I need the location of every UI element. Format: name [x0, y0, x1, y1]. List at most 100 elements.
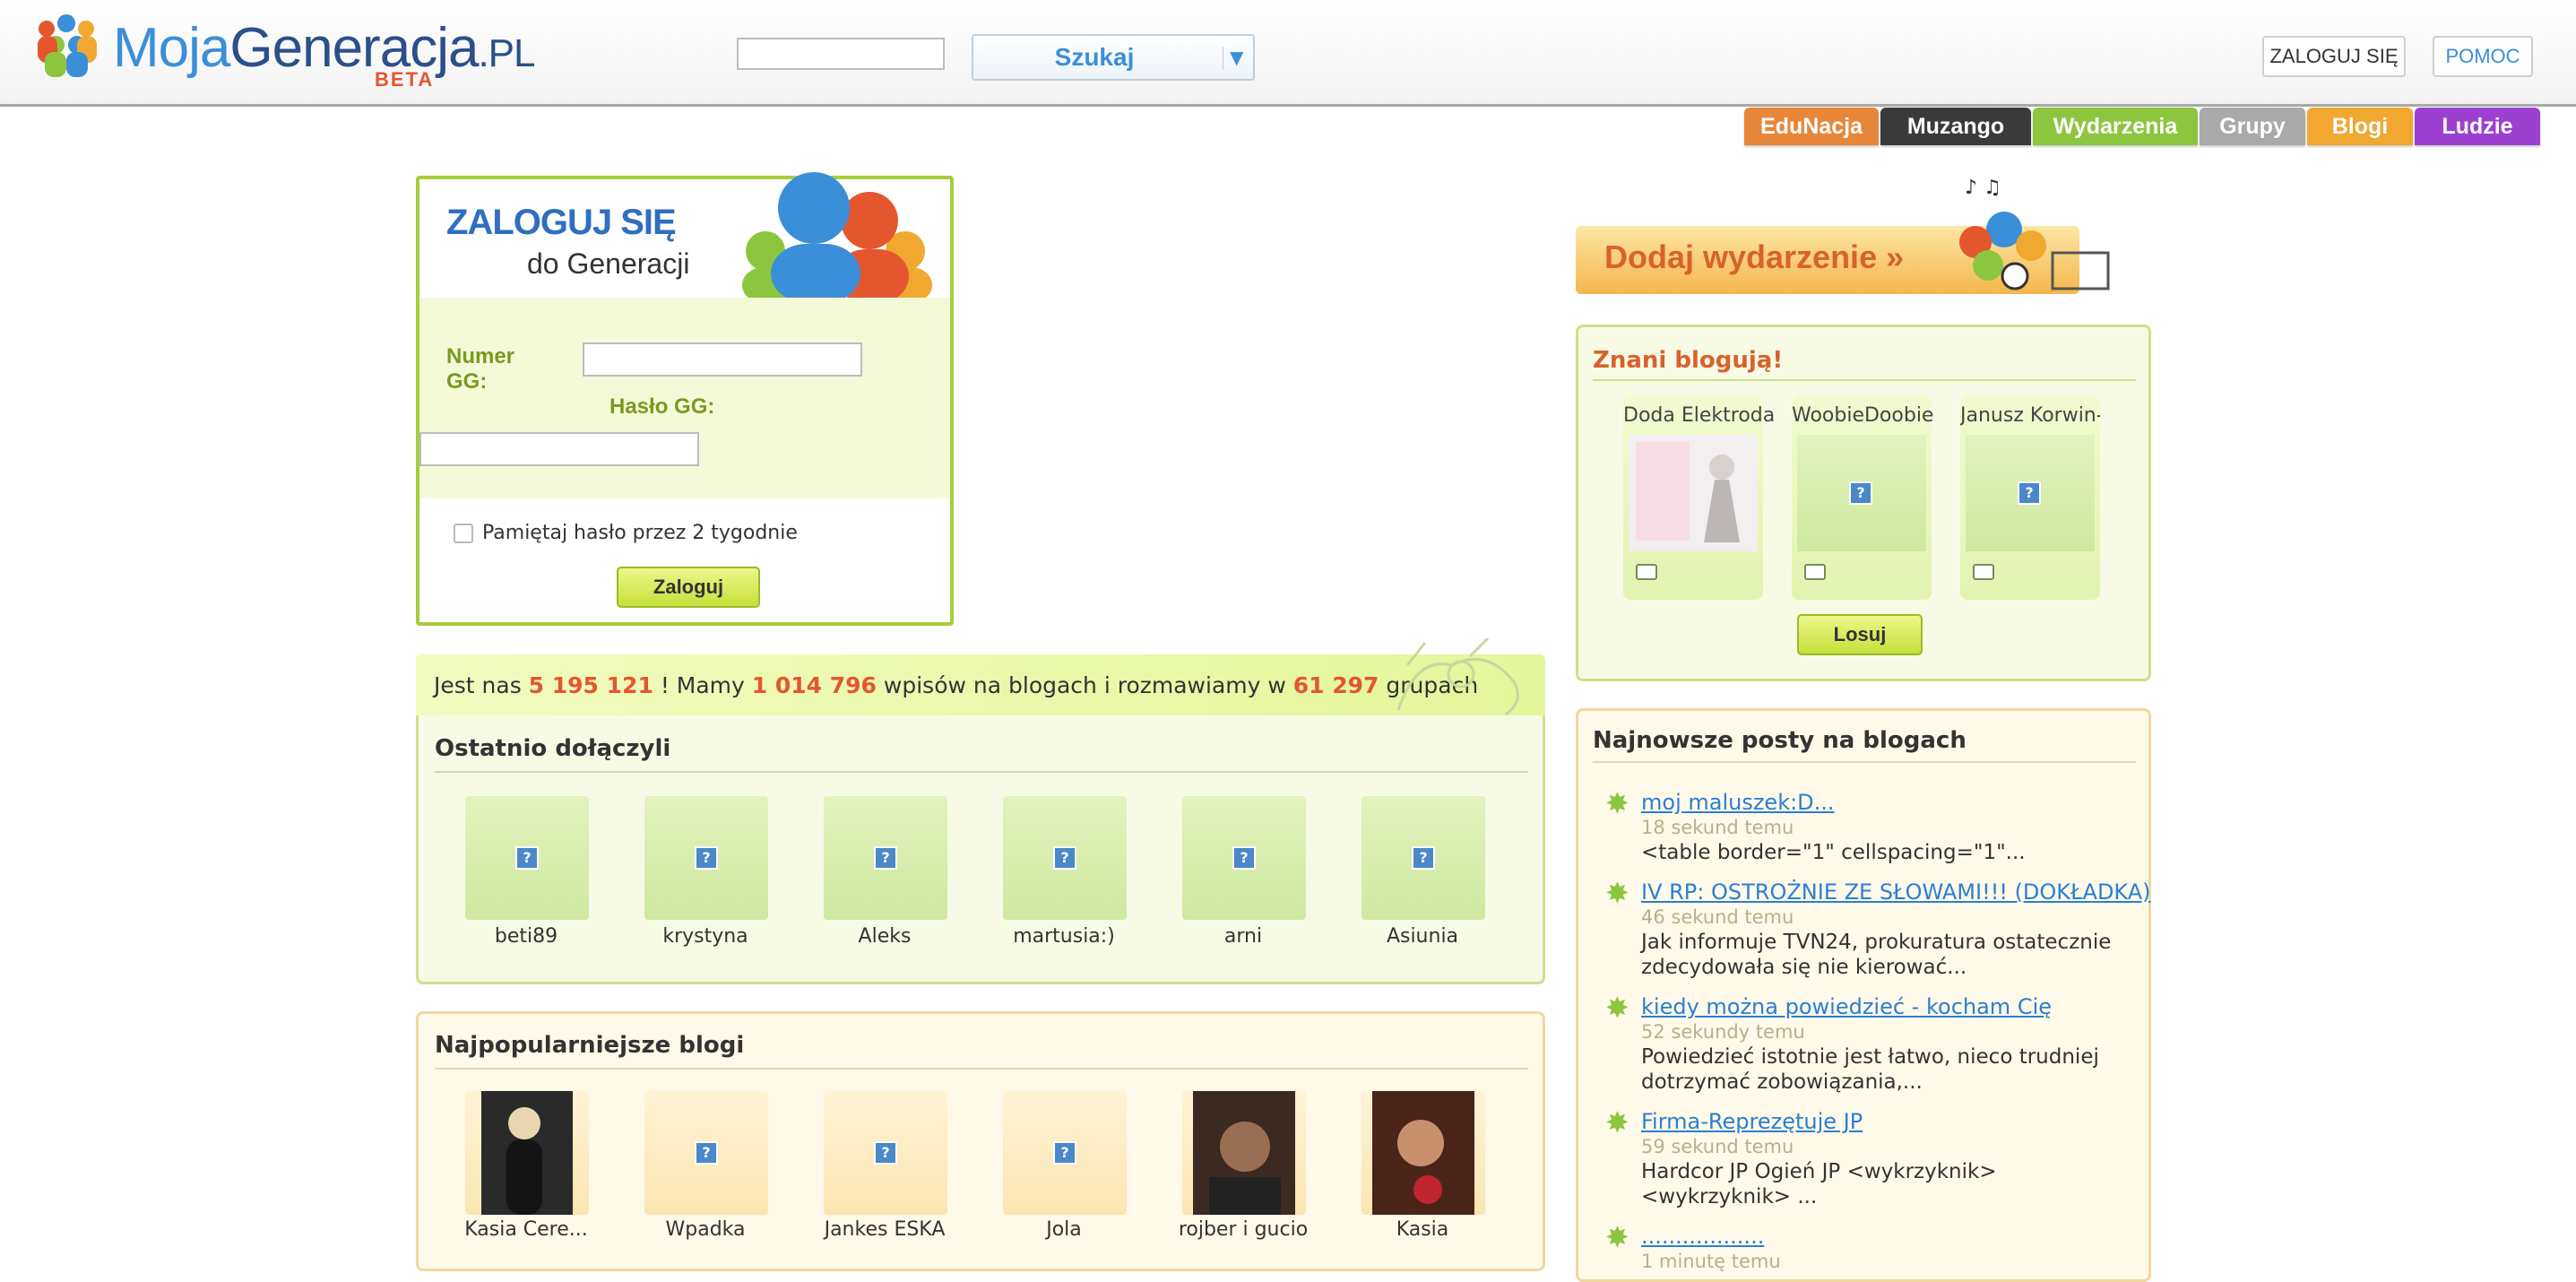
divider: [1593, 379, 2136, 381]
star-icon: ✸: [1605, 991, 1629, 1025]
login-title: ZALOGUJ SIĘ: [446, 203, 677, 242]
famous-title: Znani blogują!: [1593, 347, 1784, 374]
blog-name[interactable]: Jola: [974, 1218, 1154, 1241]
placeholder-image-icon: ?: [1849, 481, 1872, 505]
famous-blogger-card[interactable]: Doda Elektroda: [1623, 395, 1775, 600]
logo[interactable]: MojaGeneracja.PL: [113, 16, 536, 80]
tab-ludzie[interactable]: Ludzie: [2415, 108, 2540, 145]
remember-checkbox[interactable]: [454, 524, 473, 543]
search-button[interactable]: Szukaj ▼: [972, 34, 1255, 81]
placeholder-image-icon: ?: [874, 846, 897, 870]
svg-text:♪ ♫: ♪ ♫: [1965, 177, 2001, 199]
people-group-icon: [742, 172, 932, 298]
add-event-label: Dodaj wydarzenie »: [1604, 238, 1905, 275]
blog-avatar[interactable]: [1361, 1091, 1485, 1215]
star-icon: ✸: [1605, 876, 1629, 910]
tab-wydarzenia[interactable]: Wydarzenia: [2033, 108, 2198, 145]
famous-blogger-name[interactable]: Doda Elektroda: [1623, 404, 1775, 427]
tab-grupy[interactable]: Grupy: [2200, 108, 2305, 145]
popular-panel: Najpopularniejsze blogi Kasia Cere... ? …: [416, 1011, 1545, 1271]
post-excerpt: <table border="1" cellspacing="1"...: [1641, 841, 2026, 864]
blogger-photo: [1629, 435, 1758, 551]
gg-password-field[interactable]: [419, 432, 699, 466]
blog-photo: [1193, 1091, 1295, 1215]
blog-avatar[interactable]: [1182, 1091, 1306, 1215]
recent-panel: Ostatnio dołączyli ? beti89 ? krystyna ?…: [416, 715, 1545, 984]
placeholder-image-icon: ?: [1232, 846, 1256, 870]
popular-title: Najpopularniejsze blogi: [435, 1032, 745, 1059]
search-input[interactable]: [737, 38, 945, 70]
user-avatar[interactable]: ?: [824, 796, 947, 920]
blog-name[interactable]: Wpadka: [616, 1218, 795, 1241]
divider: [1593, 761, 2136, 763]
comment-icon[interactable]: [1973, 564, 1994, 580]
blog-photo: [1372, 1091, 1474, 1215]
site-header: MojaGeneracja.PL BETA Szukaj ▼ ZALOGUJ S…: [0, 0, 2576, 107]
user-name[interactable]: Asiunia: [1333, 925, 1512, 948]
user-avatar[interactable]: ?: [1361, 796, 1485, 920]
post-title-link[interactable]: kiedy można powiedzieć - kocham Cię: [1641, 994, 2052, 1019]
post-excerpt: Jak informuje TVN24, prokuratura ostatec…: [1641, 931, 2112, 979]
placeholder-image-icon: ?: [2018, 481, 2041, 505]
stats-text-2: ! Mamy: [660, 672, 745, 698]
comment-icon[interactable]: [1804, 564, 1826, 580]
star-icon: ✸: [1605, 786, 1629, 820]
post-time: 46 sekund temu: [1641, 906, 1794, 928]
logo-people-icon: [38, 14, 97, 77]
divider: [435, 1068, 1528, 1070]
famous-blogger-name[interactable]: WoobieDoobie: [1792, 404, 1933, 427]
blog-name[interactable]: Kasia: [1333, 1218, 1512, 1241]
blog-name[interactable]: Jankes ESKA: [795, 1218, 974, 1241]
user-name[interactable]: martusia:): [974, 925, 1154, 948]
gg-number-field[interactable]: [583, 342, 862, 377]
blog-avatar[interactable]: ?: [644, 1091, 768, 1215]
blog-avatar[interactable]: ?: [824, 1091, 947, 1215]
tab-blogi[interactable]: Blogi: [2307, 108, 2413, 145]
tab-edunacja[interactable]: EduNacja: [1744, 108, 1879, 145]
placeholder-image-icon: ?: [1053, 846, 1076, 870]
random-button[interactable]: Losuj: [1797, 614, 1923, 655]
stats-text-1: Jest nas: [434, 672, 522, 698]
user-avatar[interactable]: ?: [644, 796, 768, 920]
post-excerpt: Hardcor JP Ogień JP <wykrzyknik><wykrzyk…: [1641, 1160, 1997, 1208]
tab-muzango[interactable]: Muzango: [1880, 108, 2031, 145]
login-header: ZALOGUJ SIĘ do Generacji: [419, 172, 950, 298]
user-avatar[interactable]: ?: [1182, 796, 1306, 920]
blog-name[interactable]: rojber i gucio: [1154, 1218, 1333, 1241]
mascot-sketch-icon: [1396, 638, 1519, 716]
login-submit-button[interactable]: Zaloguj: [617, 567, 760, 608]
user-avatar[interactable]: ?: [465, 796, 589, 920]
logo-moja: Moja: [113, 17, 230, 79]
blog-avatar[interactable]: [465, 1091, 589, 1215]
user-avatar[interactable]: ?: [1003, 796, 1127, 920]
login-form-area: Numer GG: Hasło GG:: [419, 298, 950, 498]
famous-blogger-card[interactable]: Janusz Korwin- ?: [1960, 395, 2100, 600]
star-icon: ✸: [1605, 1220, 1629, 1254]
login-button[interactable]: ZALOGUJ SIĘ: [2262, 36, 2406, 77]
user-name[interactable]: arni: [1154, 925, 1333, 948]
placeholder-image-icon: ?: [1412, 846, 1435, 870]
user-name[interactable]: Aleks: [795, 925, 974, 948]
comment-icon[interactable]: [1636, 564, 1657, 580]
remember-label: Pamiętaj hasło przez 2 tygodnie: [482, 522, 798, 544]
stats-users: 5 195 121: [528, 672, 653, 698]
stats-bar: Jest nas 5 195 121 ! Mamy 1 014 796 wpis…: [416, 654, 1545, 717]
post-title-link[interactable]: IV RP: OSTROŻNIE ZE SŁOWAMI!!! (DOKŁADKA…: [1641, 879, 2151, 905]
blog-avatar[interactable]: ?: [1003, 1091, 1127, 1215]
logo-generacja: Generacja: [229, 17, 479, 79]
placeholder-image-icon: ?: [695, 1141, 718, 1165]
post-time: 59 sekund temu: [1641, 1136, 1794, 1157]
user-name[interactable]: krystyna: [616, 925, 795, 948]
chevron-down-icon[interactable]: ▼: [1230, 47, 1243, 68]
blog-name[interactable]: Kasia Cere...: [437, 1218, 616, 1241]
post-title-link[interactable]: ..................: [1641, 1224, 1764, 1249]
user-name[interactable]: beti89: [437, 925, 616, 948]
latest-posts-title: Najnowsze posty na blogach: [1593, 727, 1967, 754]
help-button[interactable]: POMOC: [2433, 36, 2533, 77]
post-title-link[interactable]: moj maluszek:D...: [1641, 790, 1835, 815]
gg-number-label: Numer GG:: [446, 344, 515, 394]
famous-blogger-name[interactable]: Janusz Korwin-: [1960, 404, 2100, 427]
famous-blogger-card[interactable]: WoobieDoobie ?: [1792, 395, 1933, 600]
post-time: 52 sekundy temu: [1641, 1021, 1805, 1043]
post-title-link[interactable]: Firma-Reprezętuje JP: [1641, 1109, 1863, 1134]
